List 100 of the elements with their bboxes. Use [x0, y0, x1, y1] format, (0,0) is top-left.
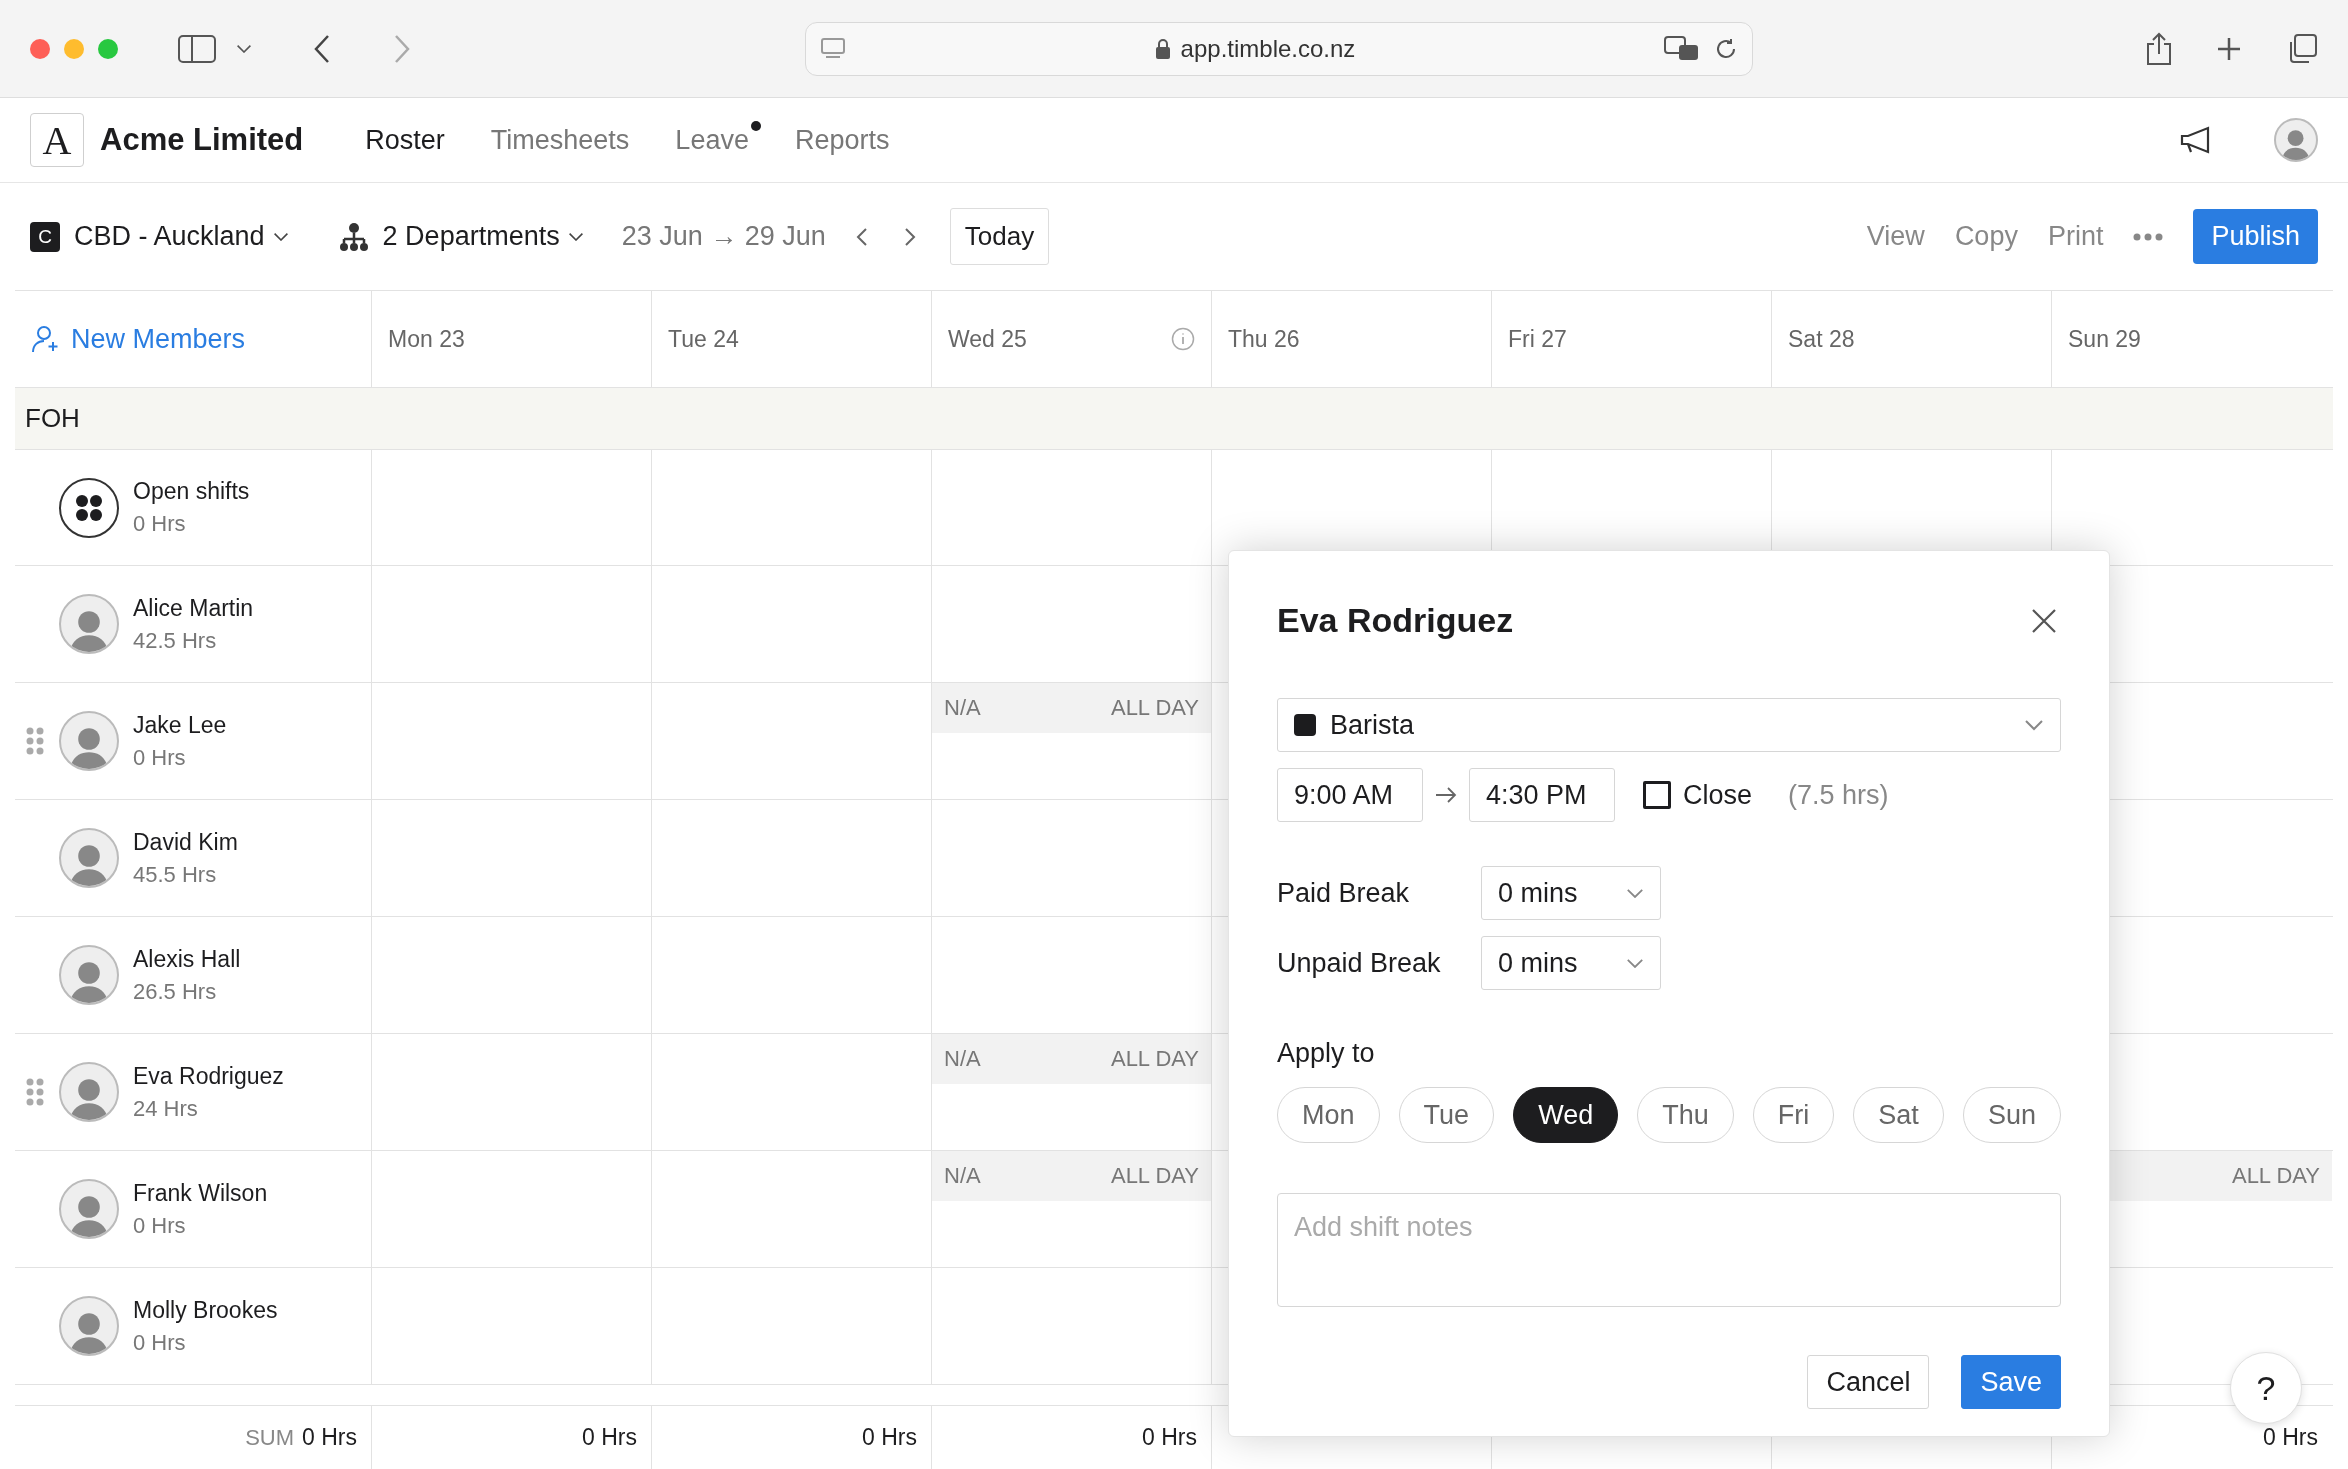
- nav-tab[interactable]: Reports: [794, 124, 890, 156]
- unavailable-bar[interactable]: N/A ALL DAY: [932, 683, 1211, 733]
- member-name: Jake Lee: [133, 711, 227, 739]
- publish-button[interactable]: Publish: [2193, 209, 2318, 264]
- location-badge: C: [30, 221, 60, 252]
- day-header: Sun 29: [2068, 325, 2141, 353]
- nav-tab[interactable]: Roster: [365, 124, 445, 156]
- shift-notes-field[interactable]: Add shift notes: [1277, 1193, 2061, 1307]
- more-icon[interactable]: [2133, 232, 2164, 241]
- day-toggle[interactable]: Thu: [1637, 1087, 1734, 1143]
- day-header: Thu 26: [1228, 325, 1300, 353]
- drag-handle-icon[interactable]: [25, 1077, 45, 1107]
- unavailable-time: ALL DAY: [2231, 1163, 2320, 1189]
- nav-tab[interactable]: Leave: [675, 124, 749, 156]
- org-chart-icon: [338, 221, 369, 252]
- help-button[interactable]: ?: [2230, 1352, 2302, 1424]
- back-icon[interactable]: [312, 33, 332, 64]
- date-range: 23 Jun → 29 Jun: [621, 221, 826, 252]
- unavailable-label: N/A: [944, 695, 981, 721]
- break-select[interactable]: 0 mins: [1481, 936, 1661, 990]
- unavailable-bar[interactable]: N/A ALL DAY: [932, 1034, 1211, 1084]
- day-toggle[interactable]: Tue: [1398, 1087, 1495, 1143]
- chevron-down-icon: [567, 231, 584, 242]
- day-toggle[interactable]: Fri: [1752, 1087, 1835, 1143]
- member-name: Open shifts: [133, 478, 250, 505]
- member-name: Alexis Hall: [133, 945, 241, 973]
- unavailable-label: N/A: [944, 1046, 981, 1072]
- avatar-icon: [59, 594, 119, 654]
- toolbar-action[interactable]: View: [1866, 221, 1925, 252]
- unavailable-label: N/A: [944, 1163, 981, 1189]
- day-toggle[interactable]: Wed: [1513, 1087, 1619, 1143]
- start-time-field[interactable]: 9:00 AM: [1277, 768, 1423, 822]
- chevron-left-icon: [855, 226, 868, 247]
- cancel-button[interactable]: Cancel: [1807, 1355, 1930, 1409]
- avatar-icon: [59, 1296, 119, 1356]
- share-icon[interactable]: [2146, 31, 2172, 66]
- member-name: Eva Rodriguez: [133, 1062, 284, 1090]
- member-hours: 0 Hrs: [133, 744, 187, 771]
- drag-handle-icon[interactable]: [25, 726, 45, 756]
- arrow-right-icon: [1435, 787, 1457, 803]
- member-hours: 0 Hrs: [133, 1329, 187, 1356]
- unavailable-time: ALL DAY: [1110, 695, 1199, 721]
- unavailable-bar[interactable]: N/A ALL DAY: [932, 1151, 1211, 1201]
- translate-icon[interactable]: [1664, 35, 1700, 62]
- member-hours: 24 Hrs: [133, 1095, 199, 1122]
- day-toggle[interactable]: Sun: [1962, 1087, 2061, 1143]
- close-window-icon[interactable]: [30, 38, 50, 59]
- break-select[interactable]: 0 mins: [1481, 866, 1661, 920]
- day-toggle[interactable]: Sat: [1853, 1087, 1944, 1143]
- company-logo[interactable]: A: [30, 113, 84, 167]
- day-header: Fri 27: [1508, 325, 1567, 353]
- member-name: Molly Brookes: [133, 1296, 278, 1324]
- reload-icon[interactable]: [1714, 36, 1738, 61]
- new-members-link[interactable]: New Members: [31, 323, 246, 355]
- notification-dot: [750, 120, 761, 131]
- unavailable-time: ALL DAY: [1110, 1046, 1199, 1072]
- unavailable-time: ALL DAY: [1110, 1163, 1199, 1189]
- lock-icon: [1154, 37, 1171, 60]
- toolbar-action[interactable]: Print: [2047, 221, 2104, 252]
- member-hours: 26.5 Hrs: [133, 978, 218, 1005]
- url-text: app.timble.co.nz: [1180, 34, 1356, 63]
- day-sum: 0 Hrs: [1142, 1424, 1197, 1451]
- today-button[interactable]: Today: [949, 208, 1050, 265]
- close-checkbox[interactable]: [1643, 781, 1671, 809]
- nav-tab[interactable]: Timesheets: [490, 124, 630, 156]
- day-header: Wed 25: [948, 325, 1027, 353]
- save-button[interactable]: Save: [1961, 1355, 2061, 1409]
- member-hours: 0 Hrs: [133, 511, 187, 537]
- close-label: Close: [1683, 779, 1753, 811]
- avatar-icon: [59, 711, 119, 771]
- break-label: Unpaid Break: [1277, 947, 1442, 979]
- page-icon: [820, 36, 846, 61]
- toolbar-action[interactable]: Copy: [1954, 221, 2018, 252]
- avatar-icon: [2274, 118, 2318, 162]
- day-toggle[interactable]: Mon: [1277, 1087, 1380, 1143]
- group-heading: FOH: [24, 403, 80, 434]
- role-select[interactable]: Barista: [1277, 698, 2061, 752]
- day-header: Mon 23: [388, 325, 465, 353]
- address-bar[interactable]: app.timble.co.nz: [805, 21, 1753, 76]
- break-label: Paid Break: [1277, 877, 1411, 909]
- day-sum: 0 Hrs: [582, 1424, 637, 1451]
- member-hours: 42.5 Hrs: [133, 627, 218, 654]
- dialog-title: Eva Rodriguez: [1277, 601, 1514, 640]
- plus-icon[interactable]: [2216, 35, 2242, 62]
- day-header: Tue 24: [668, 325, 739, 353]
- avatar-icon: [59, 1062, 119, 1122]
- sidebar-icon[interactable]: [178, 34, 216, 63]
- avatar-icon: [59, 945, 119, 1005]
- company-name: Acme Limited: [100, 122, 304, 158]
- departments-selector[interactable]: 2 Departments: [382, 221, 584, 252]
- day-sum: 0 Hrs: [862, 1424, 917, 1451]
- chevron-right-icon: [903, 226, 916, 247]
- chevron-down-icon: [1626, 887, 1644, 899]
- shift-duration: (7.5 hrs): [1788, 779, 1889, 811]
- end-time-field[interactable]: 4:30 PM: [1469, 768, 1615, 822]
- member-name: David Kim: [133, 828, 238, 856]
- member-hours: 0 Hrs: [133, 1212, 187, 1239]
- location-selector[interactable]: CBD - Auckland: [74, 221, 289, 252]
- day-sum: 0 Hrs: [2263, 1424, 2318, 1451]
- member-hours: 45.5 Hrs: [133, 861, 218, 888]
